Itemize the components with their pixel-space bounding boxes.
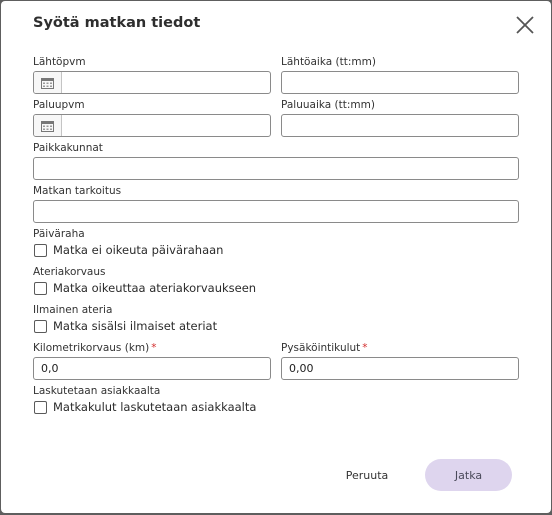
checkbox-box[interactable] (34, 400, 47, 414)
return-date-field[interactable] (33, 114, 271, 137)
required-mark: * (151, 342, 157, 354)
travel-details-dialog: Syötä matkan tiedot Lähtöpvm Lähtöaika (… (1, 1, 551, 513)
billing-checkbox-label: Matkakulut laskutetaan asiakkaalta (53, 400, 257, 414)
meal-checkbox[interactable]: Matka oikeuttaa ateriakorvaukseen (34, 281, 256, 295)
mileage-input[interactable] (33, 357, 271, 380)
checkbox-box[interactable] (34, 319, 47, 333)
close-icon[interactable] (513, 13, 537, 37)
free-meal-checkbox[interactable]: Matka sisälsi ilmaiset ateriat (34, 319, 217, 333)
free-meal-checkbox-label: Matka sisälsi ilmaiset ateriat (53, 319, 218, 333)
departure-time-input[interactable] (281, 71, 519, 94)
return-time-label: Paluuaika (tt:mm) (281, 99, 375, 111)
checkbox-box[interactable] (34, 243, 47, 257)
mileage-label: Kilometrikorvaus (km) * (33, 342, 157, 354)
required-mark: * (362, 342, 368, 354)
return-time-input[interactable] (281, 114, 519, 137)
mileage-label-text: Kilometrikorvaus (km) (33, 342, 150, 354)
locations-label: Paikkakunnat (33, 142, 103, 154)
billing-section-label: Laskutetaan asiakkaalta (33, 385, 161, 397)
calendar-icon[interactable] (34, 115, 62, 136)
billing-checkbox[interactable]: Matkakulut laskutetaan asiakkaalta (34, 400, 256, 414)
dialog-title: Syötä matkan tiedot (33, 15, 201, 31)
per-diem-section-label: Päiväraha (33, 228, 85, 240)
departure-date-input[interactable] (62, 72, 270, 93)
locations-input[interactable] (33, 157, 519, 180)
parking-label: Pysäköintikulut * (281, 342, 368, 354)
checkbox-box[interactable] (34, 281, 47, 295)
meal-section-label: Ateriakorvaus (33, 266, 106, 278)
meal-checkbox-label: Matka oikeuttaa ateriakorvaukseen (53, 281, 257, 295)
return-date-input[interactable] (62, 115, 270, 136)
departure-date-field[interactable] (33, 71, 271, 94)
cancel-button[interactable]: Peruuta (337, 460, 397, 490)
parking-label-text: Pysäköintikulut (281, 342, 361, 354)
per-diem-checkbox[interactable]: Matka ei oikeuta päivärahaan (34, 243, 223, 257)
purpose-input[interactable] (33, 200, 519, 223)
parking-input[interactable] (281, 357, 519, 380)
departure-date-label: Lähtöpvm (33, 56, 86, 68)
calendar-icon[interactable] (34, 72, 62, 93)
free-meal-section-label: Ilmainen ateria (33, 304, 113, 316)
per-diem-checkbox-label: Matka ei oikeuta päivärahaan (53, 243, 224, 257)
next-button[interactable]: Jatka (425, 459, 512, 491)
return-date-label: Paluupvm (33, 99, 85, 111)
departure-time-label: Lähtöaika (tt:mm) (281, 56, 376, 68)
purpose-label: Matkan tarkoitus (33, 185, 122, 197)
